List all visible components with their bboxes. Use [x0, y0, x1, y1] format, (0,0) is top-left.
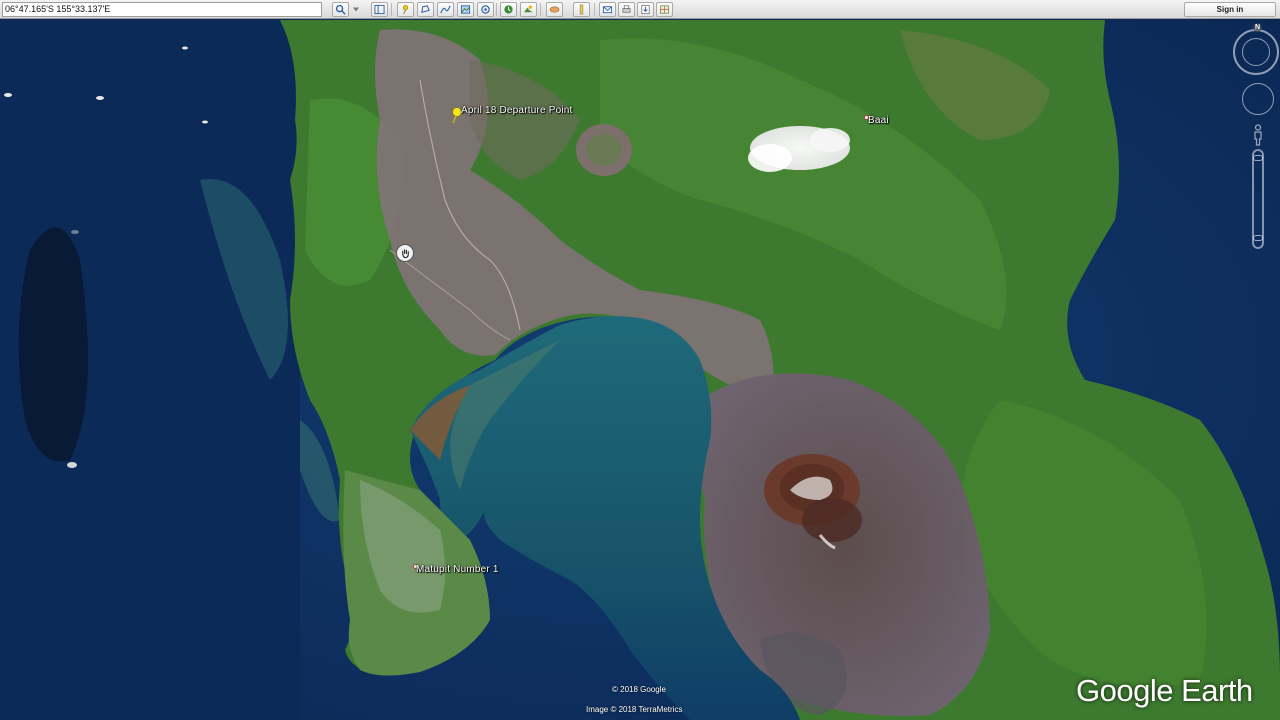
path-icon[interactable]	[437, 2, 454, 17]
print-icon[interactable]	[618, 2, 635, 17]
pegman-icon[interactable]	[1253, 124, 1263, 146]
zoom-slider[interactable]	[1252, 149, 1264, 249]
placemark-icon[interactable]	[397, 2, 414, 17]
satellite-imagery	[0, 19, 1280, 720]
look-joystick[interactable]	[1242, 38, 1270, 66]
ruler-icon[interactable]	[573, 2, 590, 17]
coordinates-readout: 06°47.165'S 155°33.137'E	[2, 2, 322, 17]
sidebar-icon[interactable]	[371, 2, 388, 17]
zoom-out-knob[interactable]	[1253, 235, 1263, 241]
placemark-label-matupit[interactable]: Matupit Number 1	[416, 564, 499, 575]
copyright-imagery: Image © 2018 TerraMetrics	[586, 705, 683, 714]
planets-icon[interactable]	[546, 2, 563, 17]
search-icon[interactable]	[332, 2, 349, 17]
sunlight-icon[interactable]	[520, 2, 537, 17]
tour-icon[interactable]	[477, 2, 494, 17]
toolbar: 06°47.165'S 155°33.137'E Sign in	[0, 0, 1280, 19]
polygon-icon[interactable]	[417, 2, 434, 17]
satellite-map[interactable]: April 18 Departure Point Baai Matupit Nu…	[0, 19, 1280, 720]
placemark-label-departure[interactable]: April 18 Departure Point	[461, 105, 573, 116]
view-in-maps-icon[interactable]	[656, 2, 673, 17]
dropdown-icon[interactable]	[351, 2, 361, 17]
email-icon[interactable]	[599, 2, 616, 17]
google-earth-logo: Google Earth	[1076, 673, 1253, 708]
image-overlay-icon[interactable]	[457, 2, 474, 17]
sign-in-button[interactable]: Sign in	[1184, 2, 1276, 17]
copyright-google: © 2018 Google	[612, 685, 666, 694]
hand-cursor-icon	[396, 244, 414, 262]
save-image-icon[interactable]	[637, 2, 654, 17]
historical-imagery-icon[interactable]	[500, 2, 517, 17]
zoom-in-knob[interactable]	[1253, 155, 1263, 161]
move-joystick[interactable]	[1242, 83, 1274, 115]
north-indicator[interactable]: N	[1253, 23, 1262, 32]
placemark-label-baai[interactable]: Baai	[868, 115, 889, 126]
